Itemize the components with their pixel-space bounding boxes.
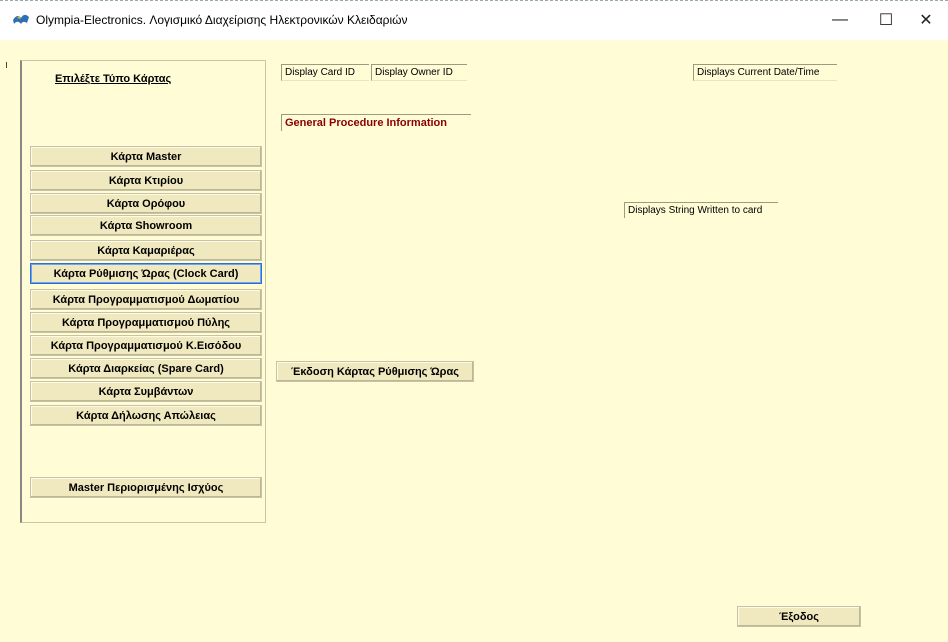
- maximize-button[interactable]: ☐: [864, 4, 908, 36]
- close-icon: ✕: [919, 12, 933, 29]
- card-gate-programming-button[interactable]: Κάρτα Προγραμματισμού Πύλης: [30, 312, 262, 333]
- panel-heading: Επιλέξτε Τύπο Κάρτας: [55, 73, 172, 85]
- card-type-panel: Επιλέξτε Τύπο Κάρτας Κάρτα Master Κάρτα …: [20, 60, 266, 523]
- exit-button[interactable]: Έξοδος: [737, 606, 861, 627]
- edge-marker: [6, 62, 10, 68]
- close-button[interactable]: ✕: [904, 4, 948, 36]
- app-window: Olympia-Electronics. Λογισμικό Διαχείρισ…: [0, 0, 948, 642]
- card-room-programming-button[interactable]: Κάρτα Προγραμματισμού Δωματίου: [30, 289, 262, 310]
- card-loss-report-button[interactable]: Κάρτα Δήλωσης Απώλειας: [30, 405, 262, 426]
- card-spare-button[interactable]: Κάρτα Διαρκείας (Spare Card): [30, 358, 262, 379]
- card-clock-button[interactable]: Κάρτα Ρύθμισης Ώρας (Clock Card): [30, 263, 262, 284]
- card-maid-button[interactable]: Κάρτα Καμαριέρας: [30, 240, 262, 261]
- card-entrance-programming-button[interactable]: Κάρτα Προγραμματισμού Κ.Εισόδου: [30, 335, 262, 356]
- string-written-display: Displays String Written to card: [624, 202, 778, 218]
- card-showroom-button[interactable]: Κάρτα Showroom: [30, 215, 262, 236]
- datetime-display: Displays Current Date/Time: [693, 64, 837, 81]
- procedure-info: General Procedure Information: [281, 114, 471, 131]
- issue-card-button[interactable]: Έκδοση Κάρτας Ρύθμισης Ώρας: [276, 361, 474, 382]
- app-logo-icon: [12, 12, 30, 26]
- minimize-icon: —: [832, 11, 848, 28]
- card-master-button[interactable]: Κάρτα Master: [30, 146, 262, 167]
- card-floor-button[interactable]: Κάρτα Ορόφου: [30, 193, 262, 214]
- card-building-button[interactable]: Κάρτα Κτιρίου: [30, 170, 262, 191]
- window-title: Olympia-Electronics. Λογισμικό Διαχείρισ…: [36, 13, 408, 27]
- owner-id-display: Display Owner ID: [371, 64, 467, 81]
- title-bar: Olympia-Electronics. Λογισμικό Διαχείρισ…: [0, 0, 948, 40]
- restricted-master-button[interactable]: Master Περιορισμένης Ισχύος: [30, 477, 262, 498]
- minimize-button[interactable]: —: [818, 4, 862, 36]
- card-id-display: Display Card ID: [281, 64, 369, 81]
- top-border: [0, 0, 948, 2]
- card-events-button[interactable]: Κάρτα Συμβάντων: [30, 381, 262, 402]
- maximize-icon: ☐: [878, 12, 894, 29]
